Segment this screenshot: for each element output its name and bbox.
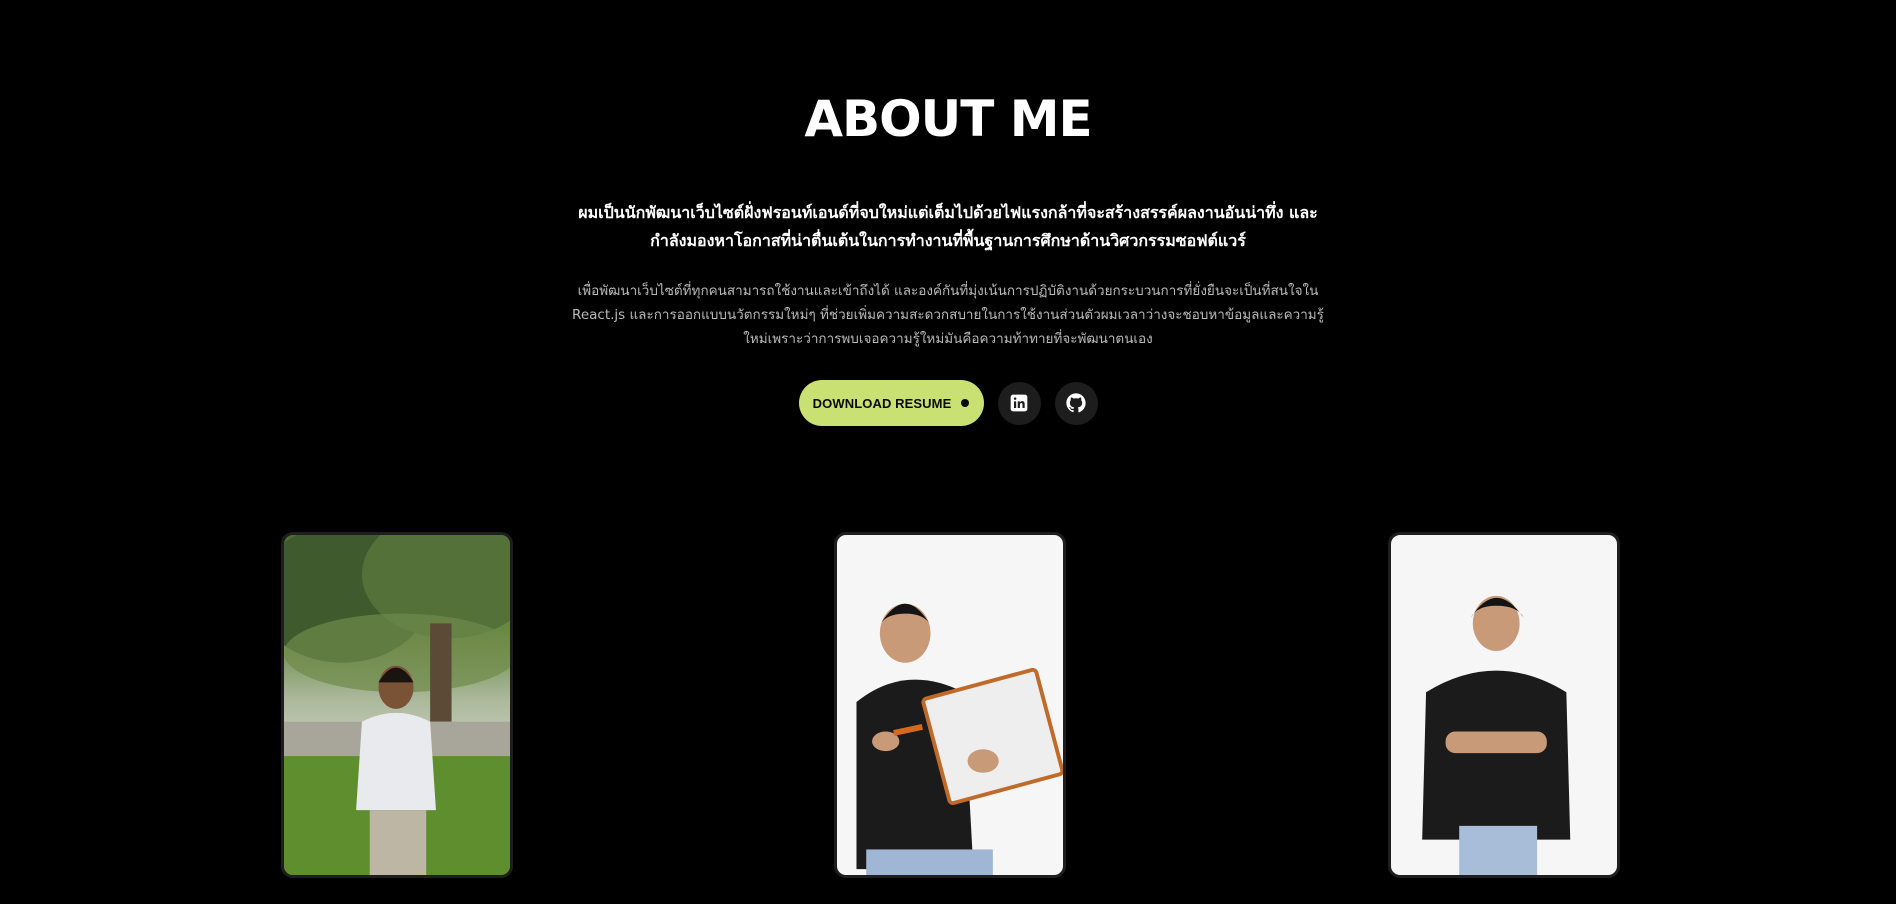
- dot-icon: [961, 399, 970, 407]
- download-resume-label: DOWNLOAD RESUME: [812, 395, 952, 411]
- action-bar: DOWNLOAD RESUME: [0, 380, 1896, 426]
- portrait-outdoor-image: [284, 535, 510, 875]
- download-resume-button[interactable]: DOWNLOAD RESUME: [798, 380, 984, 426]
- portrait-photo-whiteboard: [834, 532, 1066, 878]
- intro-lead-text: ผมเป็นนักพัฒนาเว็บไซต์ฝั่งฟรอนท์เอนด์ที่…: [578, 203, 1318, 250]
- portrait-photo-outdoor: [281, 532, 513, 878]
- linkedin-button[interactable]: [997, 381, 1041, 425]
- portrait-arms-crossed-image: [1422, 595, 1571, 875]
- intro-body-text: เพื่อพัฒนาเว็บไซต์ที่ทุกคนสามารถใช้งานแล…: [572, 283, 1324, 347]
- portrait-whiteboard-image: [856, 603, 1063, 875]
- about-section: ABOUT ME ผมเป็นนักพัฒนาเว็บไซต์ฝั่งฟรอนท…: [0, 0, 1896, 904]
- portrait-photo-arms-crossed: [1388, 532, 1620, 878]
- section-title: ABOUT ME: [804, 90, 1092, 148]
- github-button[interactable]: [1054, 381, 1098, 425]
- github-icon: [1066, 393, 1086, 413]
- linkedin-icon: [1010, 394, 1028, 412]
